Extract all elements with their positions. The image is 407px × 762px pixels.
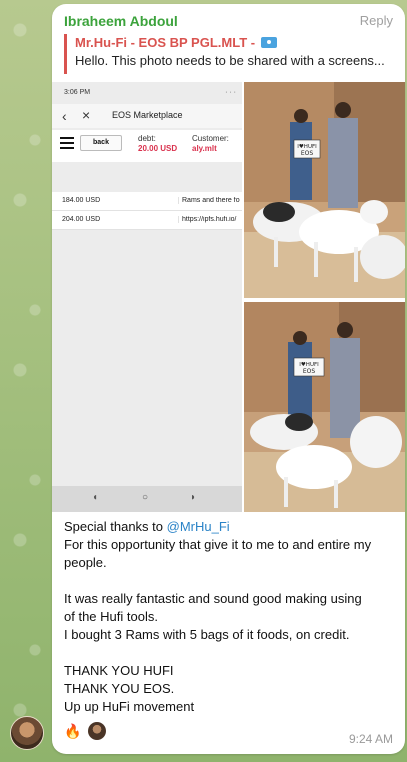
customer-label: Customer: (192, 134, 229, 143)
svg-text:EOS: EOS (301, 150, 314, 157)
message-bubble[interactable]: Ibraheem Abdoul Reply Mr.Hu-Fi - EOS BP … (52, 4, 405, 754)
sender-name[interactable]: Ibraheem Abdoul (64, 13, 178, 29)
back-nav-icon: ◗ (190, 492, 197, 503)
quoted-message[interactable]: Mr.Hu-Fi - EOS BP PGL.MLT - Hello. This … (64, 34, 394, 74)
status-icons: · · · (225, 89, 236, 96)
account-info-row: back debt: 20.00 USD Customer: aly.mlt (52, 130, 242, 162)
sender-avatar[interactable] (10, 716, 44, 750)
reactions[interactable]: 🔥 (64, 722, 107, 742)
text-line: THANK YOU HUFI (64, 663, 174, 678)
quote-author: Mr.Hu-Fi - EOS BP PGL.MLT - (75, 35, 394, 50)
back-arrow-icon: ‹ (62, 108, 67, 124)
text-line: It was really fantastic and sound good m… (64, 591, 362, 606)
text-line: I bought 3 Rams with 5 bags of it foods,… (64, 627, 350, 642)
quote-text: Hello. This photo needs to be shared wit… (75, 53, 385, 68)
message-text: Special thanks to @MrHu_Fi For this oppo… (64, 518, 398, 716)
rams-photo-1[interactable]: I♥HUFI EOS (244, 82, 405, 298)
text-line: people. (64, 555, 107, 570)
status-time: 3:06 PM (64, 89, 91, 96)
customer-value: aly.mlt (192, 144, 217, 153)
text-line (64, 572, 398, 590)
row-amount: 184.00 USD (62, 197, 101, 204)
back-button: back (80, 135, 122, 151)
flag-icon (260, 37, 277, 48)
app-title: EOS Marketplace (112, 110, 183, 120)
recent-apps-icon: ◖ (92, 492, 99, 503)
status-bar: 3:06 PM (52, 82, 242, 104)
home-icon: ○ (142, 492, 149, 503)
row-amount: 204.00 USD (62, 216, 101, 223)
close-icon: × (82, 107, 91, 123)
svg-text:EOS: EOS (303, 368, 316, 375)
text-line: THANK YOU EOS. (64, 681, 175, 696)
fire-reaction-icon[interactable]: 🔥 (64, 722, 82, 740)
android-nav-bar: ◖ ○ ◗ (52, 486, 242, 512)
debt-value: 20.00 USD (138, 144, 178, 153)
text-line: For this opportunity that give it to me … (64, 537, 372, 552)
menu-icon (60, 137, 74, 149)
rams-photo-2[interactable]: I♥HUFI EOS (244, 302, 405, 512)
debt-label: debt: (138, 134, 156, 143)
message-time: 9:24 AM (348, 732, 393, 746)
text-line: Up up HuFi movement (64, 699, 195, 714)
transactions-table: 184.00 USD Rams and there fo 204.00 USD … (52, 192, 242, 230)
text-line (64, 644, 398, 662)
table-row: 204.00 USD https://ipfs.hufi.io/ (52, 211, 242, 230)
row-note: Rams and there fo (178, 197, 242, 204)
marketplace-screenshot-image[interactable]: 3:06 PM · · · ‹ × EOS Marketplace back d… (52, 82, 242, 512)
mention-link[interactable]: @MrHu_Fi (167, 519, 230, 534)
reply-button[interactable]: Reply (360, 13, 393, 28)
reactor-avatar[interactable] (88, 722, 107, 740)
text-line: of the Hufi tools. (64, 609, 158, 624)
text-line: Special thanks to @MrHu_Fi (64, 518, 398, 536)
table-row: 184.00 USD Rams and there fo (52, 192, 242, 211)
quote-author-name: Mr.Hu-Fi - EOS BP PGL.MLT - (75, 35, 259, 50)
thanks-prefix: Special thanks to (64, 519, 167, 534)
app-bar: ‹ × EOS Marketplace (52, 104, 242, 128)
row-note: https://ipfs.hufi.io/ (178, 216, 242, 223)
